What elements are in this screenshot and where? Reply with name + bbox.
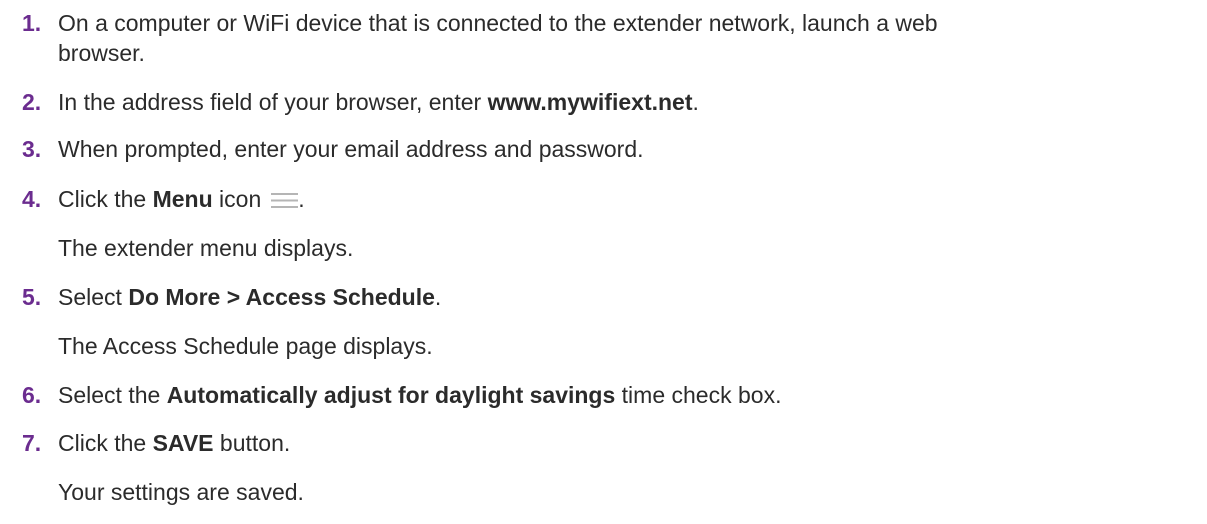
step-text: In the address field of your browser, en…	[58, 88, 699, 116]
step-number: 1.	[22, 10, 42, 36]
url-text: www.mywifiext.net	[487, 89, 693, 115]
procedure-document: 1. On a computer or WiFi device that is …	[0, 0, 1207, 524]
step-text: Click the SAVE button.	[58, 429, 290, 457]
step-text-continued: browser.	[58, 40, 145, 66]
step-number: 3.	[22, 136, 42, 162]
menu-path: Do More > Access Schedule	[128, 284, 435, 310]
step-text-part: .	[298, 186, 305, 212]
step-number: 5.	[22, 284, 42, 310]
step-number: 7.	[22, 430, 42, 456]
step-text: On a computer or WiFi device that is con…	[58, 10, 938, 36]
step-text-part: icon	[212, 186, 262, 212]
step-text-part: In the address field of your browser, en…	[58, 89, 488, 115]
step-text: Select Do More > Access Schedule.	[58, 283, 441, 311]
step-text-part: time check box.	[615, 382, 782, 408]
step-text-part: button.	[213, 430, 291, 456]
step-text-part: .	[692, 89, 699, 115]
step-text-part: Click the	[58, 186, 153, 212]
step-result: The extender menu displays.	[58, 235, 354, 261]
step-result: Your settings are saved.	[58, 479, 304, 505]
step-number: 6.	[22, 382, 42, 408]
step-text: When prompted, enter your email address …	[58, 136, 644, 162]
checkbox-label: Automatically adjust for daylight saving…	[166, 382, 616, 408]
save-label: SAVE	[152, 430, 214, 456]
step-number: 2.	[22, 89, 42, 115]
step-text: Select the Automatically adjust for dayl…	[58, 381, 781, 409]
hamburger-menu-icon	[271, 187, 299, 208]
step-text-part: Select	[58, 284, 129, 310]
step-number: 4.	[22, 186, 42, 212]
step-text-part: Select the	[58, 382, 167, 408]
step-text: Click the Menu icon.	[58, 185, 305, 213]
step-text-part: .	[434, 284, 442, 310]
menu-label: Menu	[152, 186, 213, 212]
step-text-part: Click the	[58, 430, 153, 456]
step-result: The Access Schedule page displays.	[58, 333, 433, 359]
